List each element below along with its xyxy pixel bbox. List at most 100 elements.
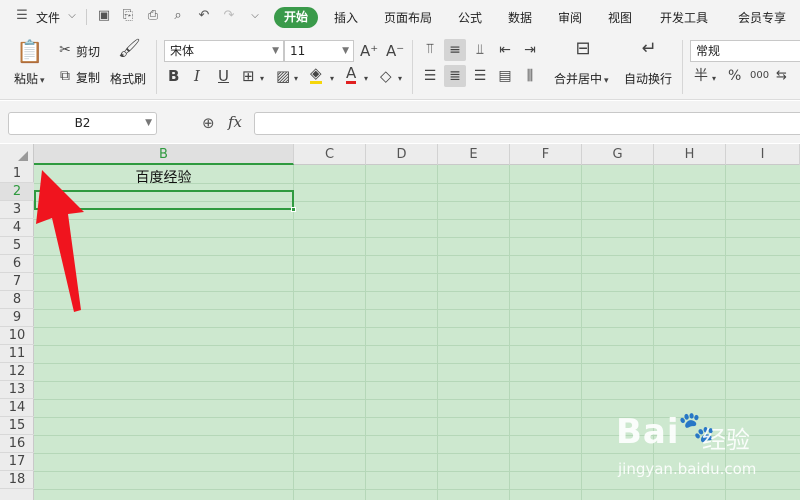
- row-header-selected[interactable]: 2: [0, 183, 34, 201]
- print-preview-icon[interactable]: ⌕: [170, 8, 186, 24]
- wrap-text-button[interactable]: 自动换行: [624, 70, 672, 87]
- file-menu-chevron-icon[interactable]: ⌵: [64, 8, 80, 24]
- fill-color-dropdown-icon[interactable]: ▾: [330, 70, 334, 88]
- row-header[interactable]: 7: [0, 273, 34, 291]
- zoom-search-icon[interactable]: ⊕: [202, 114, 215, 132]
- borders-icon[interactable]: ⊞: [242, 67, 255, 85]
- row-header[interactable]: 8: [0, 291, 34, 309]
- decrease-font-icon[interactable]: A⁻: [386, 42, 404, 60]
- indent-increase-icon[interactable]: ⇥: [522, 41, 538, 59]
- tab-page-layout[interactable]: 页面布局: [384, 9, 432, 26]
- undo-icon[interactable]: ↶: [196, 8, 212, 24]
- row-header[interactable]: 18: [0, 471, 34, 489]
- column-header-f[interactable]: F: [510, 144, 582, 165]
- row-header[interactable]: 1: [0, 165, 34, 183]
- align-middle-icon[interactable]: ≡: [447, 41, 463, 59]
- formula-input[interactable]: [254, 112, 800, 135]
- copy-icon[interactable]: ⧉: [56, 67, 74, 85]
- align-left-icon[interactable]: ☰: [422, 67, 438, 85]
- cell-style-dropdown-icon[interactable]: ▾: [294, 70, 298, 88]
- tab-developer[interactable]: 开发工具: [660, 9, 708, 26]
- copy-button[interactable]: 复制: [76, 69, 100, 86]
- align-center-icon[interactable]: ≣: [447, 67, 463, 85]
- row-header[interactable]: 17: [0, 453, 34, 471]
- column-header-g[interactable]: G: [582, 144, 654, 165]
- font-name-select[interactable]: 宋体 ▼: [164, 40, 284, 62]
- row-header[interactable]: 9: [0, 309, 34, 327]
- column-header-i[interactable]: I: [726, 144, 800, 165]
- tab-review[interactable]: 审阅: [558, 9, 582, 26]
- row-header[interactable]: 13: [0, 381, 34, 399]
- row-header[interactable]: 4: [0, 219, 34, 237]
- hamburger-menu-icon[interactable]: ☰: [14, 8, 30, 24]
- cut-icon[interactable]: ✂: [56, 41, 74, 59]
- number-format-select[interactable]: 常规: [690, 40, 800, 62]
- row-header[interactable]: 12: [0, 363, 34, 381]
- row-header[interactable]: 3: [0, 201, 34, 219]
- clear-format-icon[interactable]: ◇: [380, 67, 392, 85]
- tab-start[interactable]: 开始: [274, 7, 318, 28]
- row-header[interactable]: 5: [0, 237, 34, 255]
- quick-access-more-icon[interactable]: ⌵: [247, 8, 263, 24]
- increase-font-icon[interactable]: A⁺: [360, 42, 378, 60]
- merge-center-button[interactable]: 合并居中: [554, 70, 602, 87]
- currency-button[interactable]: 半: [694, 67, 708, 85]
- paste-icon[interactable]: 📋: [16, 40, 43, 66]
- decimal-icon[interactable]: ⇆: [776, 67, 787, 85]
- column-header-c[interactable]: C: [294, 144, 366, 165]
- fx-icon[interactable]: fx: [228, 113, 242, 131]
- file-menu[interactable]: 文件: [36, 9, 60, 26]
- selected-cell-b2[interactable]: [34, 190, 294, 210]
- column-header-d[interactable]: D: [366, 144, 438, 165]
- cell-style-icon[interactable]: ▨: [276, 67, 290, 85]
- distributed-align-icon[interactable]: ⫼: [522, 67, 538, 85]
- format-painter-icon[interactable]: 🖌: [118, 40, 141, 58]
- paste-button[interactable]: 粘贴: [14, 70, 38, 87]
- column-header-e[interactable]: E: [438, 144, 510, 165]
- underline-icon[interactable]: U: [218, 67, 229, 85]
- print-icon[interactable]: ⎙: [145, 8, 161, 24]
- thousands-button[interactable]: 000: [750, 67, 769, 85]
- justify-icon[interactable]: ▤: [497, 67, 513, 85]
- italic-icon[interactable]: I: [194, 67, 200, 85]
- format-painter-button[interactable]: 格式刷: [110, 70, 146, 87]
- indent-decrease-icon[interactable]: ⇤: [497, 41, 513, 59]
- cell-b1[interactable]: 百度经验: [34, 167, 293, 187]
- export-pdf-icon[interactable]: ⎘: [120, 8, 136, 24]
- fill-handle[interactable]: [291, 207, 296, 212]
- merge-dropdown-icon[interactable]: ▾: [604, 72, 609, 90]
- percent-button[interactable]: %: [728, 67, 741, 85]
- redo-icon[interactable]: ↷: [221, 8, 237, 24]
- tab-formulas[interactable]: 公式: [458, 9, 482, 26]
- font-color-icon[interactable]: A: [346, 66, 357, 84]
- tab-view[interactable]: 视图: [608, 9, 632, 26]
- fill-color-icon[interactable]: ◈: [310, 66, 322, 84]
- column-header-b[interactable]: B: [34, 144, 294, 165]
- font-size-select[interactable]: 11 ▼: [284, 40, 354, 62]
- row-header[interactable]: 15: [0, 417, 34, 435]
- tab-member[interactable]: 会员专享: [738, 9, 786, 26]
- merge-center-icon[interactable]: ⊟: [570, 40, 596, 58]
- column-header-h[interactable]: H: [654, 144, 726, 165]
- borders-dropdown-icon[interactable]: ▾: [260, 70, 264, 88]
- row-header[interactable]: 16: [0, 435, 34, 453]
- currency-dropdown-icon[interactable]: ▾: [712, 70, 716, 88]
- wrap-text-icon[interactable]: ↵: [636, 40, 662, 58]
- font-color-dropdown-icon[interactable]: ▾: [364, 70, 368, 88]
- row-header[interactable]: 14: [0, 399, 34, 417]
- align-top-icon[interactable]: ⫪: [422, 40, 438, 58]
- tab-data[interactable]: 数据: [508, 9, 532, 26]
- bold-icon[interactable]: B: [168, 67, 179, 85]
- name-box[interactable]: B2 ▼: [8, 112, 157, 135]
- paste-dropdown-icon[interactable]: ▾: [40, 72, 45, 90]
- align-bottom-icon[interactable]: ⫫: [472, 41, 488, 59]
- row-header[interactable]: 10: [0, 327, 34, 345]
- clear-format-dropdown-icon[interactable]: ▾: [398, 70, 402, 88]
- row-header[interactable]: 11: [0, 345, 34, 363]
- save-icon[interactable]: ▣: [96, 8, 112, 24]
- align-right-icon[interactable]: ☰: [472, 67, 488, 85]
- select-all-corner[interactable]: [0, 144, 34, 165]
- tab-insert[interactable]: 插入: [334, 9, 358, 26]
- row-header[interactable]: 6: [0, 255, 34, 273]
- cut-button[interactable]: 剪切: [76, 43, 100, 60]
